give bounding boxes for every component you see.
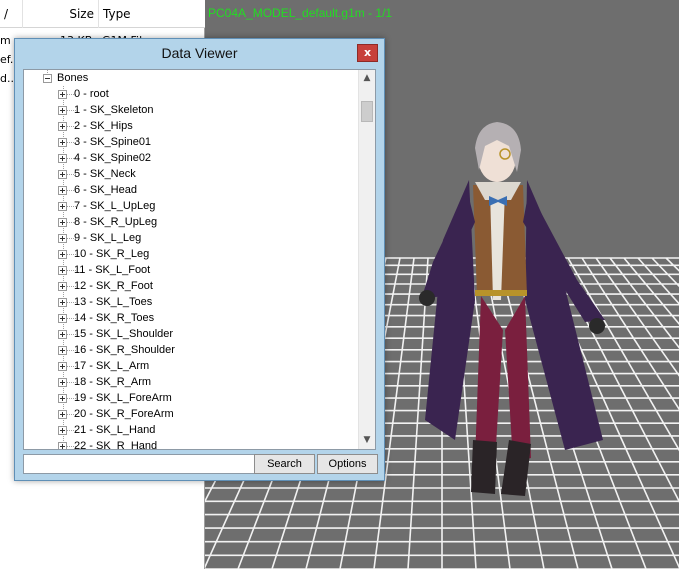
tree-node-bone[interactable]: 14 - SK_R_Toes — [74, 310, 154, 326]
scroll-down-icon[interactable]: ▼ — [359, 432, 375, 449]
tree-node-bone[interactable]: 17 - SK_L_Arm — [74, 358, 149, 374]
search-input[interactable] — [23, 454, 260, 474]
expand-icon[interactable] — [58, 90, 67, 99]
tree-node-bone[interactable]: 9 - SK_L_Leg — [74, 230, 141, 246]
expand-icon[interactable] — [58, 218, 67, 227]
expand-icon[interactable] — [58, 266, 67, 275]
column-header-size[interactable]: Size — [23, 0, 99, 28]
expand-icon[interactable] — [58, 394, 67, 403]
tree-node-bone[interactable]: 0 - root — [74, 86, 109, 102]
expand-icon[interactable] — [58, 202, 67, 211]
tree-node-bone[interactable]: 12 - SK_R_Foot — [74, 278, 153, 294]
column-header-type[interactable]: Type — [99, 0, 205, 28]
expand-icon[interactable] — [58, 410, 67, 419]
expand-icon[interactable] — [58, 250, 67, 259]
bones-tree[interactable]: Bones 0 - root 1 - SK_Skeleton 2 - SK_Hips… — [23, 69, 376, 450]
expand-icon[interactable] — [58, 138, 67, 147]
tree-node-bone[interactable]: 18 - SK_R_Arm — [74, 374, 151, 390]
scroll-up-icon[interactable]: ▲ — [359, 70, 375, 87]
data-viewer-dialog: Data Viewer x Bones 0 - root 1 - SK_Skele… — [14, 38, 385, 481]
expand-icon[interactable] — [58, 298, 67, 307]
tree-node-bone[interactable]: 13 - SK_L_Toes — [74, 294, 152, 310]
tree-node-bone[interactable]: 10 - SK_R_Leg — [74, 246, 149, 262]
tree-node-bone[interactable]: 8 - SK_R_UpLeg — [74, 214, 157, 230]
expand-icon[interactable] — [58, 362, 67, 371]
tree-node-bone[interactable]: 5 - SK_Neck — [74, 166, 136, 182]
expand-icon[interactable] — [58, 234, 67, 243]
file-list-header: / Size Type — [0, 0, 205, 28]
collapse-icon[interactable] — [43, 74, 52, 83]
tree-node-bone[interactable]: 21 - SK_L_Hand — [74, 422, 155, 438]
expand-icon[interactable] — [58, 122, 67, 131]
expand-icon[interactable] — [58, 346, 67, 355]
dialog-title: Data Viewer — [161, 45, 238, 61]
expand-icon[interactable] — [58, 314, 67, 323]
column-header-name[interactable]: / — [0, 0, 23, 28]
expand-icon[interactable] — [58, 186, 67, 195]
expand-icon[interactable] — [58, 170, 67, 179]
tree-node-bone[interactable]: 22 - SK_R_Hand — [74, 438, 157, 449]
expand-icon[interactable] — [58, 426, 67, 435]
viewport-title: PC04A_MODEL_default.g1m - 1/1 — [208, 6, 393, 20]
tree-node-bone[interactable]: 11 - SK_L_Foot — [74, 262, 150, 278]
tree-node-bone[interactable]: 3 - SK_Spine01 — [74, 134, 151, 150]
tree-node-bone[interactable]: 20 - SK_R_ForeArm — [74, 406, 174, 422]
tree-node-bone[interactable]: 2 - SK_Hips — [74, 118, 133, 134]
expand-icon[interactable] — [58, 378, 67, 387]
tree-node-bone[interactable]: 16 - SK_R_Shoulder — [74, 342, 175, 358]
options-button[interactable]: Options — [317, 454, 378, 474]
scroll-thumb[interactable] — [361, 101, 373, 122]
expand-icon[interactable] — [58, 282, 67, 291]
file-row-name: m — [0, 34, 11, 47]
tree-node-bone[interactable]: 19 - SK_L_ForeArm — [74, 390, 172, 406]
search-button[interactable]: Search — [254, 454, 315, 474]
expand-icon[interactable] — [58, 154, 67, 163]
tree-node-bone[interactable]: 1 - SK_Skeleton — [74, 102, 154, 118]
expand-icon[interactable] — [58, 106, 67, 115]
tree-node-bone[interactable]: 15 - SK_L_Shoulder — [74, 326, 173, 342]
tree-node-bone[interactable]: 6 - SK_Head — [74, 182, 137, 198]
close-button[interactable]: x — [357, 44, 378, 62]
tree-node-bone[interactable]: 4 - SK_Spine02 — [74, 150, 151, 166]
dialog-titlebar[interactable]: Data Viewer x — [15, 39, 384, 67]
tree-node-bones[interactable]: Bones — [57, 70, 88, 86]
expand-icon[interactable] — [58, 330, 67, 339]
expand-icon[interactable] — [58, 442, 67, 449]
tree-scrollbar[interactable]: ▲ ▼ — [358, 70, 375, 449]
tree-node-bone[interactable]: 7 - SK_L_UpLeg — [74, 198, 155, 214]
